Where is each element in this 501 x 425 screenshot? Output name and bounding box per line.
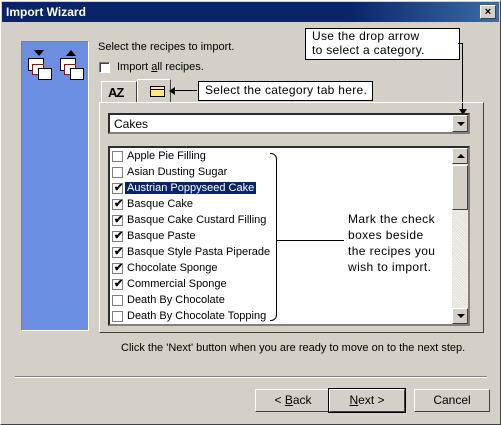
recipe-checkbox[interactable]: ✔ bbox=[112, 214, 124, 226]
list-item[interactable]: ✔ Austrian Poppyseed Cake bbox=[110, 181, 453, 197]
list-item[interactable]: Asian Dusting Sugar bbox=[110, 165, 453, 181]
next-step-hint: Click the 'Next' button when you are rea… bbox=[121, 342, 466, 354]
recipe-label: Commercial Sponge bbox=[127, 278, 227, 290]
checkmark-icon: ✔ bbox=[114, 230, 124, 242]
checkmark-icon: ✔ bbox=[114, 246, 124, 258]
callout-arrowhead bbox=[169, 87, 175, 95]
scroll-down-icon bbox=[457, 314, 465, 318]
category-dropdown-value: Cakes bbox=[114, 117, 149, 131]
next-button[interactable]: Next > bbox=[328, 388, 406, 413]
dropdown-arrow-icon bbox=[457, 122, 465, 126]
scroll-up-button[interactable] bbox=[452, 148, 468, 164]
scroll-thumb[interactable] bbox=[452, 165, 468, 210]
recipe-label: Basque Cake bbox=[127, 198, 194, 210]
title-bar[interactable]: Import Wizard × bbox=[2, 2, 499, 22]
list-scrollbar[interactable] bbox=[452, 148, 468, 324]
list-item[interactable]: Death By Chocolate bbox=[110, 293, 453, 309]
import-pages-icon bbox=[58, 50, 84, 80]
folder-icon bbox=[150, 86, 165, 97]
recipe-checkbox[interactable]: ✔ bbox=[112, 246, 124, 258]
recipe-label: Apple Pie Filling bbox=[127, 150, 206, 162]
bracket bbox=[270, 153, 277, 321]
recipe-checkbox[interactable] bbox=[112, 151, 123, 162]
list-item[interactable]: Apple Pie Filling bbox=[110, 149, 453, 165]
scroll-up-icon bbox=[457, 154, 465, 158]
back-button[interactable]: < Back bbox=[255, 389, 331, 412]
recipe-label: Death By Chocolate bbox=[127, 294, 225, 306]
tab-hint-callout: Select the category tab here. bbox=[198, 81, 373, 101]
recipe-checkbox[interactable]: ✔ bbox=[112, 278, 124, 290]
close-icon: × bbox=[484, 6, 492, 18]
recipe-label: Chocolate Sponge bbox=[127, 262, 218, 274]
import-all-checkbox[interactable] bbox=[99, 62, 110, 73]
scroll-down-button[interactable] bbox=[452, 308, 468, 324]
category-dropdown[interactable]: Cakes bbox=[108, 113, 470, 134]
checkmark-icon: ✔ bbox=[114, 182, 124, 194]
recipe-label: Basque Paste bbox=[127, 230, 196, 242]
dropdown-hint-callout: Use the drop arrow to select a category. bbox=[305, 28, 460, 60]
recipe-checkbox[interactable]: ✔ bbox=[112, 230, 124, 242]
select-recipes-instruction: Select the recipes to import. bbox=[98, 41, 235, 53]
recipe-label: Basque Style Pasta Piperade bbox=[127, 246, 271, 258]
recipe-label: Austrian Poppyseed Cake bbox=[125, 182, 257, 194]
cancel-button[interactable]: Cancel bbox=[414, 389, 490, 412]
recipe-checkbox[interactable] bbox=[112, 295, 123, 306]
checkmark-icon: ✔ bbox=[114, 262, 124, 274]
recipe-label: Basque Cake Custard Filling bbox=[127, 214, 267, 226]
note-leader-line bbox=[277, 240, 344, 241]
divider bbox=[15, 376, 487, 378]
recipe-checkbox[interactable]: ✔ bbox=[112, 198, 124, 210]
export-pages-icon bbox=[26, 50, 52, 80]
list-item[interactable]: Death By Chocolate Topping bbox=[110, 309, 453, 324]
window-title: Import Wizard bbox=[6, 5, 86, 19]
recipe-checkbox[interactable] bbox=[112, 311, 123, 322]
recipe-checkbox[interactable] bbox=[112, 167, 123, 178]
close-button[interactable]: × bbox=[480, 5, 496, 19]
checkmark-icon: ✔ bbox=[114, 214, 124, 226]
dropdown-arrow-button[interactable] bbox=[452, 115, 468, 132]
tab-category[interactable] bbox=[137, 79, 171, 103]
tab-alphabetical[interactable]: AZ bbox=[101, 81, 137, 103]
checkmark-icon: ✔ bbox=[114, 278, 124, 290]
recipe-checkbox[interactable]: ✔ bbox=[112, 182, 124, 194]
az-sort-icon: AZ bbox=[108, 85, 124, 100]
list-item[interactable]: ✔ Commercial Sponge bbox=[110, 277, 453, 293]
import-all-label[interactable]: Import all recipes. bbox=[117, 61, 204, 73]
check-boxes-note: Mark the check boxes beside the recipes … bbox=[348, 212, 436, 274]
import-wizard-window: Import Wizard × Select the recipes to im… bbox=[0, 0, 501, 425]
recipe-label: Death By Chocolate Topping bbox=[127, 310, 267, 322]
recipe-label: Asian Dusting Sugar bbox=[127, 166, 228, 178]
recipe-checkbox[interactable]: ✔ bbox=[112, 262, 124, 274]
checkmark-icon: ✔ bbox=[114, 198, 124, 210]
wizard-side-panel bbox=[21, 41, 89, 331]
